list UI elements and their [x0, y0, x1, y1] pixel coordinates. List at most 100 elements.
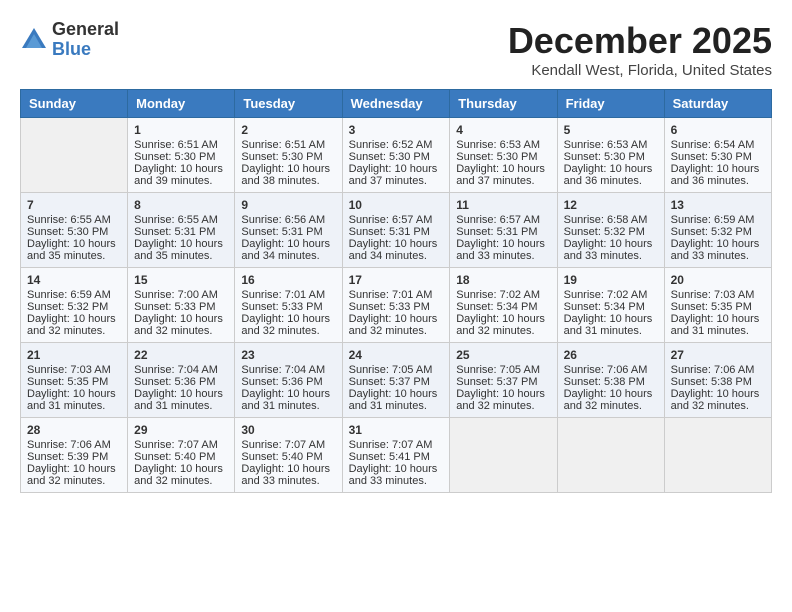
day-number: 4: [456, 123, 550, 137]
calendar-header-sunday: Sunday: [21, 90, 128, 118]
day-info: Sunrise: 6:56 AM: [241, 214, 335, 226]
day-info: Sunrise: 7:05 AM: [349, 364, 444, 376]
day-number: 5: [564, 123, 658, 137]
day-info: Daylight: 10 hours: [134, 163, 228, 175]
calendar-cell: 25Sunrise: 7:05 AMSunset: 5:37 PMDayligh…: [450, 343, 557, 418]
calendar-header-monday: Monday: [128, 90, 235, 118]
calendar-cell: 11Sunrise: 6:57 AMSunset: 5:31 PMDayligh…: [450, 193, 557, 268]
day-info: Sunrise: 7:01 AM: [241, 289, 335, 301]
day-info: Sunset: 5:31 PM: [349, 226, 444, 238]
day-info: and 36 minutes.: [671, 175, 765, 187]
day-info: Daylight: 10 hours: [241, 238, 335, 250]
day-info: Sunrise: 6:55 AM: [134, 214, 228, 226]
day-info: Sunrise: 7:06 AM: [27, 439, 121, 451]
day-info: Sunrise: 7:07 AM: [134, 439, 228, 451]
calendar-cell: 19Sunrise: 7:02 AMSunset: 5:34 PMDayligh…: [557, 268, 664, 343]
day-info: Sunrise: 6:54 AM: [671, 139, 765, 151]
day-number: 30: [241, 423, 335, 437]
calendar-cell: 18Sunrise: 7:02 AMSunset: 5:34 PMDayligh…: [450, 268, 557, 343]
day-info: Daylight: 10 hours: [27, 388, 121, 400]
day-info: Sunset: 5:30 PM: [134, 151, 228, 163]
title-block: December 2025 Kendall West, Florida, Uni…: [508, 20, 772, 79]
calendar-cell: 5Sunrise: 6:53 AMSunset: 5:30 PMDaylight…: [557, 118, 664, 193]
day-info: Daylight: 10 hours: [241, 388, 335, 400]
day-number: 27: [671, 348, 765, 362]
calendar-cell: 29Sunrise: 7:07 AMSunset: 5:40 PMDayligh…: [128, 418, 235, 493]
day-info: Daylight: 10 hours: [456, 313, 550, 325]
day-info: Daylight: 10 hours: [564, 388, 658, 400]
day-info: and 34 minutes.: [349, 250, 444, 262]
calendar-cell: 7Sunrise: 6:55 AMSunset: 5:30 PMDaylight…: [21, 193, 128, 268]
calendar-cell: 4Sunrise: 6:53 AMSunset: 5:30 PMDaylight…: [450, 118, 557, 193]
page-header: General Blue December 2025 Kendall West,…: [20, 20, 772, 79]
day-info: and 37 minutes.: [349, 175, 444, 187]
day-info: Sunrise: 7:04 AM: [134, 364, 228, 376]
day-info: Daylight: 10 hours: [27, 238, 121, 250]
calendar-cell: 20Sunrise: 7:03 AMSunset: 5:35 PMDayligh…: [664, 268, 771, 343]
calendar-table: SundayMondayTuesdayWednesdayThursdayFrid…: [20, 89, 772, 493]
day-number: 20: [671, 273, 765, 287]
day-info: Sunset: 5:30 PM: [349, 151, 444, 163]
day-info: Sunset: 5:38 PM: [564, 376, 658, 388]
calendar-cell: 1 Sunrise: 6:51 AMSunset: 5:30 PMDaylight…: [128, 118, 235, 193]
day-info: Sunrise: 6:51 AM: [134, 139, 228, 151]
calendar-cell: 13Sunrise: 6:59 AMSunset: 5:32 PMDayligh…: [664, 193, 771, 268]
day-info: and 32 minutes.: [671, 400, 765, 412]
day-info: Daylight: 10 hours: [671, 238, 765, 250]
day-number: 26: [564, 348, 658, 362]
day-info: and 32 minutes.: [456, 400, 550, 412]
day-info: Sunset: 5:32 PM: [671, 226, 765, 238]
day-info: Sunset: 5:31 PM: [134, 226, 228, 238]
calendar-cell: 28Sunrise: 7:06 AMSunset: 5:39 PMDayligh…: [21, 418, 128, 493]
location: Kendall West, Florida, United States: [508, 62, 772, 79]
day-info: Sunset: 5:37 PM: [349, 376, 444, 388]
day-info: Daylight: 10 hours: [564, 313, 658, 325]
day-number: 12: [564, 198, 658, 212]
day-info: Daylight: 10 hours: [27, 463, 121, 475]
day-info: Sunset: 5:40 PM: [241, 451, 335, 463]
day-number: 6: [671, 123, 765, 137]
day-info: Sunset: 5:36 PM: [241, 376, 335, 388]
day-info: Sunset: 5:39 PM: [27, 451, 121, 463]
day-number: 3: [349, 123, 444, 137]
day-info: Daylight: 10 hours: [564, 163, 658, 175]
calendar-cell: 23Sunrise: 7:04 AMSunset: 5:36 PMDayligh…: [235, 343, 342, 418]
month-title: December 2025: [508, 20, 772, 62]
calendar-body: 1Sunrise: 6:51 AMSunset: 5:30 PMDaylight…: [21, 118, 772, 493]
day-info: and 32 minutes.: [134, 325, 228, 337]
day-info: and 32 minutes.: [27, 325, 121, 337]
day-info: and 31 minutes.: [241, 400, 335, 412]
day-number: 14: [27, 273, 121, 287]
day-info: Daylight: 10 hours: [349, 463, 444, 475]
calendar-cell: 24Sunrise: 7:05 AMSunset: 5:37 PMDayligh…: [342, 343, 450, 418]
day-number: 1: [134, 123, 228, 137]
calendar-cell: [557, 418, 664, 493]
day-info: Daylight: 10 hours: [134, 388, 228, 400]
day-info: Sunrise: 6:59 AM: [671, 214, 765, 226]
day-info: Sunrise: 7:04 AM: [241, 364, 335, 376]
calendar-header-thursday: Thursday: [450, 90, 557, 118]
logo: General Blue: [20, 20, 119, 60]
day-info: Daylight: 10 hours: [241, 163, 335, 175]
day-number: 10: [349, 198, 444, 212]
day-info: Sunset: 5:30 PM: [27, 226, 121, 238]
day-info: Daylight: 10 hours: [671, 388, 765, 400]
day-info: Sunrise: 7:00 AM: [134, 289, 228, 301]
calendar-cell: 26Sunrise: 7:06 AMSunset: 5:38 PMDayligh…: [557, 343, 664, 418]
day-number: 2: [241, 123, 335, 137]
logo-blue: Blue: [52, 39, 91, 59]
calendar-cell: 12Sunrise: 6:58 AMSunset: 5:32 PMDayligh…: [557, 193, 664, 268]
day-info: Sunset: 5:30 PM: [671, 151, 765, 163]
day-info: Sunrise: 6:59 AM: [27, 289, 121, 301]
day-info: Sunset: 5:41 PM: [349, 451, 444, 463]
day-number: 17: [349, 273, 444, 287]
day-info: Daylight: 10 hours: [671, 163, 765, 175]
calendar-week-3: 14 Sunrise: 6:59 AMSunset: 5:32 PM Dayligh…: [21, 268, 772, 343]
day-info: Sunrise: 6:52 AM: [349, 139, 444, 151]
day-info: and 33 minutes.: [564, 250, 658, 262]
day-info: Sunset: 5:32 PM: [27, 301, 121, 313]
day-info: Sunrise: 6:57 AM: [456, 214, 550, 226]
day-number: 18: [456, 273, 550, 287]
day-info: Sunset: 5:40 PM: [134, 451, 228, 463]
calendar-cell: [21, 118, 128, 193]
